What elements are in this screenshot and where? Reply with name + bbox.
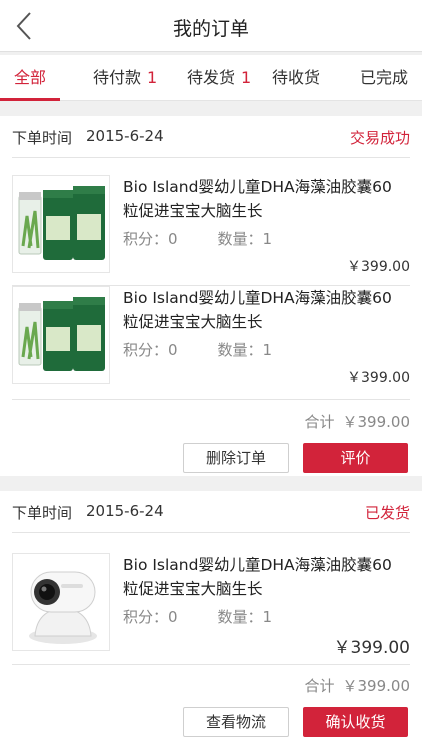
order-card: 下单时间 2015-6-24 交易成功 Bio Island婴幼儿童DHA海藻油… — [0, 116, 422, 476]
tab-label: 待收货 — [272, 68, 321, 87]
order-tabs: 全部 待付款 1 待发货 1 待收货 已完成 — [0, 55, 422, 101]
tab-pending-receipt[interactable]: 待收货 — [272, 55, 320, 101]
delete-order-button[interactable]: 删除订单 — [183, 443, 289, 473]
tab-label: 待发货 — [187, 68, 236, 87]
product-meta: 积分：0 数量：1 — [123, 606, 272, 627]
order-total: 合计 ￥399.00 — [304, 411, 410, 432]
product-quantity: 数量：1 — [217, 341, 273, 359]
active-tab-indicator — [0, 98, 60, 101]
order-status: 已发货 — [364, 504, 410, 522]
order-card: 下单时间 2015-6-24 已发货 Bio Island婴幼儿童DHA海藻油胶… — [0, 491, 422, 750]
product-name: Bio Island婴幼儿童DHA海藻油胶囊60粒促进宝宝大脑生长 — [123, 556, 392, 598]
navbar: 我的订单 — [0, 0, 422, 52]
tab-all[interactable]: 全部 — [14, 55, 46, 101]
tab-pending-shipment[interactable]: 待发货 1 — [187, 55, 251, 101]
security-camera-image — [29, 571, 97, 644]
tea-tins-image — [18, 297, 105, 371]
order-total-amount: ￥399.00 — [342, 677, 411, 695]
tab-label: 全部 — [14, 68, 47, 87]
product-name: Bio Island婴幼儿童DHA海藻油胶囊60粒促进宝宝大脑生长 — [123, 178, 392, 220]
order-total: 合计 ￥399.00 — [304, 675, 410, 696]
product-price: ￥399.00 — [347, 259, 410, 275]
order-status: 交易成功 — [349, 129, 410, 147]
tab-completed[interactable]: 已完成 — [360, 55, 408, 101]
page-title: 我的订单 — [172, 18, 249, 40]
order-total-amount: ￥399.00 — [342, 413, 411, 431]
tab-label: 已完成 — [360, 68, 409, 87]
order-item[interactable]: Bio Island婴幼儿童DHA海藻油胶囊60粒促进宝宝大脑生长 积分：0 数量… — [12, 286, 410, 400]
tab-label: 待付款 — [93, 68, 142, 87]
product-image — [12, 175, 110, 273]
order-time-label: 下单时间 — [12, 504, 73, 522]
product-meta: 积分：0 数量：1 — [123, 339, 272, 360]
product-meta: 积分：0 数量：1 — [123, 228, 272, 249]
order-item[interactable]: Bio Island婴幼儿童DHA海藻油胶囊60粒促进宝宝大脑生长 积分：0 数量… — [12, 553, 410, 665]
tab-count-badge: 1 — [147, 68, 158, 87]
order-total-label: 合计 — [304, 677, 335, 695]
tab-count-badge: 1 — [241, 68, 252, 87]
review-button[interactable]: 评价 — [303, 443, 408, 473]
product-points: 积分：0 — [123, 608, 178, 626]
product-image — [12, 286, 110, 384]
tea-tins-image — [18, 186, 105, 260]
confirm-receipt-button[interactable]: 确认收货 — [303, 707, 408, 737]
order-time-label: 下单时间 — [12, 129, 73, 147]
product-points: 积分：0 — [123, 230, 178, 248]
order-header: 下单时间 2015-6-24 已发货 — [12, 491, 410, 533]
product-quantity: 数量：1 — [217, 608, 273, 626]
product-name: Bio Island婴幼儿童DHA海藻油胶囊60粒促进宝宝大脑生长 — [123, 289, 392, 331]
product-price: ￥399.00 — [333, 638, 410, 658]
track-shipment-button[interactable]: 查看物流 — [183, 707, 289, 737]
order-time: 2015-6-24 — [86, 502, 164, 520]
tab-pending-payment[interactable]: 待付款 1 — [93, 55, 157, 101]
product-image — [12, 553, 110, 651]
product-price: ￥399.00 — [347, 370, 410, 386]
order-item[interactable]: Bio Island婴幼儿童DHA海藻油胶囊60粒促进宝宝大脑生长 积分：0 数量… — [12, 175, 410, 286]
order-total-label: 合计 — [304, 413, 335, 431]
product-quantity: 数量：1 — [217, 230, 273, 248]
order-time: 2015-6-24 — [86, 127, 164, 145]
product-points: 积分：0 — [123, 341, 178, 359]
order-header: 下单时间 2015-6-24 交易成功 — [12, 116, 410, 158]
